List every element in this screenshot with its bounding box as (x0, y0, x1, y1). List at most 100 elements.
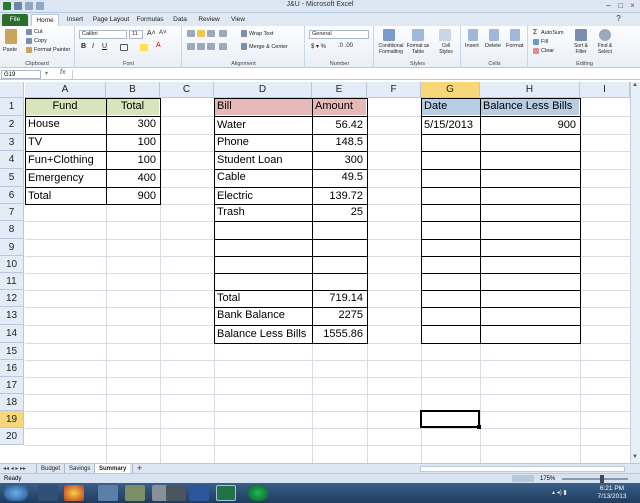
row-header-5[interactable]: 5 (0, 169, 24, 187)
column-header-a[interactable]: A (25, 82, 106, 98)
tab-data[interactable]: Data (168, 14, 192, 26)
column-header-f[interactable]: F (367, 82, 421, 98)
zoom-slider-thumb[interactable] (600, 475, 604, 483)
row-header-10[interactable]: 10 (0, 256, 24, 273)
autosum-button[interactable]: AutoSum (541, 30, 564, 36)
column-header-d[interactable]: D (214, 82, 312, 98)
bank-balance-label[interactable]: Bank Balance (214, 307, 311, 324)
bill-cell[interactable]: Electric (214, 187, 311, 205)
conditional-formatting-icon[interactable] (383, 29, 395, 41)
horizontal-scrollbar[interactable] (420, 466, 625, 472)
fund-cell[interactable]: Fun+Clothing (25, 151, 105, 169)
cell-styles-icon[interactable] (439, 29, 451, 41)
clock-date[interactable]: 7/13/2013 (592, 493, 632, 500)
app-icon[interactable] (125, 485, 145, 501)
format-as-table-icon[interactable] (412, 29, 424, 41)
scroll-down-icon[interactable]: ▼ (632, 454, 638, 460)
chrome-icon[interactable] (64, 485, 84, 501)
delete-cells-icon[interactable] (489, 29, 499, 41)
amount-cell[interactable]: 49.5 (312, 169, 366, 186)
amount-cell[interactable]: 25 (312, 204, 366, 221)
fill-handle[interactable] (477, 425, 481, 429)
column-header-b[interactable]: B (106, 82, 160, 98)
amount-cell[interactable]: 148.5 (312, 134, 366, 151)
font-size-select[interactable]: 11 (129, 30, 143, 39)
format-cells-button[interactable]: Format (506, 43, 523, 49)
fund-header[interactable]: Fund (25, 98, 105, 115)
formula-input[interactable] (72, 70, 638, 79)
row-header-19[interactable]: 19 (0, 411, 24, 428)
row-header-7[interactable]: 7 (0, 204, 24, 221)
maximize-icon[interactable]: □ (615, 1, 626, 11)
align-left-icon[interactable] (187, 43, 195, 50)
row-header-3[interactable]: 3 (0, 134, 24, 151)
paste-button[interactable]: Paste (3, 47, 17, 53)
row-header-18[interactable]: 18 (0, 394, 24, 411)
column-header-i[interactable]: I (580, 82, 630, 98)
font-name-select[interactable]: Calibri (79, 30, 127, 39)
tab-home[interactable]: Home (31, 14, 59, 26)
grow-font-icon[interactable]: A˄ (147, 30, 156, 37)
format-cells-icon[interactable] (510, 29, 520, 41)
borders-icon[interactable] (120, 44, 128, 51)
format-painter-icon[interactable] (26, 47, 32, 53)
conditional-formatting-button[interactable]: Conditional Formatting (377, 43, 405, 55)
tray-icons[interactable]: ▴ ◂) ▮ (552, 489, 567, 496)
row-header-16[interactable]: 16 (0, 360, 24, 377)
fund-cell[interactable]: TV (25, 133, 105, 151)
delete-cells-button[interactable]: Delete (485, 43, 501, 49)
autosum-icon[interactable]: Σ (533, 29, 537, 36)
clear-button[interactable]: Clear (541, 48, 554, 54)
name-box-dropdown-icon[interactable]: ▾ (45, 70, 48, 77)
shrink-font-icon[interactable]: A˅ (159, 30, 167, 36)
tab-review[interactable]: Review (194, 14, 224, 26)
row-header-9[interactable]: 9 (0, 239, 24, 256)
spotify-icon[interactable] (248, 485, 268, 501)
indent-icon[interactable] (219, 43, 227, 50)
tab-formulas[interactable]: Formulas (134, 14, 166, 26)
word-icon[interactable] (189, 485, 209, 501)
merge-center-button[interactable]: Merge & Center (249, 44, 288, 50)
fund-total-cell[interactable]: 400 (106, 169, 159, 187)
orientation-icon[interactable] (219, 30, 227, 37)
close-icon[interactable]: × (627, 1, 638, 11)
paste-icon[interactable] (5, 29, 17, 44)
tab-file[interactable]: File (2, 14, 28, 26)
row-header-20[interactable]: 20 (0, 428, 24, 445)
bill-cell[interactable]: Cable (214, 169, 311, 186)
bill-header[interactable]: Bill (214, 98, 311, 115)
clear-icon[interactable] (533, 48, 539, 54)
row-header-2[interactable]: 2 (0, 116, 24, 134)
name-box[interactable]: G19 (1, 70, 41, 79)
fund-cell[interactable]: Emergency (25, 169, 105, 187)
row-header-17[interactable]: 17 (0, 377, 24, 394)
number-format-select[interactable]: General (309, 30, 369, 39)
wrap-text-button[interactable]: Wrap Text (249, 31, 274, 37)
bill-cell[interactable]: Student Loan (214, 151, 311, 169)
bills-total-label[interactable]: Total (214, 290, 311, 307)
vertical-scrollbar[interactable] (630, 82, 640, 463)
balance-cell[interactable]: 900 (480, 116, 579, 134)
copy-button[interactable]: Copy (34, 38, 47, 44)
column-header-e[interactable]: E (312, 82, 367, 98)
active-cell-selection[interactable] (420, 410, 480, 428)
column-header-h[interactable]: H (480, 82, 580, 98)
italic-icon[interactable]: I (92, 43, 94, 50)
copy-icon[interactable] (26, 38, 32, 44)
format-painter-button[interactable]: Format Painter (34, 47, 70, 53)
amount-cell[interactable]: 300 (312, 151, 366, 169)
align-middle-icon[interactable] (197, 30, 205, 37)
fund-cell[interactable]: Total (25, 187, 105, 205)
align-top-icon[interactable] (187, 30, 195, 37)
fund-cell[interactable]: House (25, 115, 105, 133)
row-header-1[interactable]: 1 (0, 98, 24, 116)
font-color-icon[interactable]: A (156, 42, 161, 49)
balance-less-bills-label[interactable]: Balance Less Bills (214, 325, 311, 343)
amount-cell[interactable]: 139.72 (312, 187, 366, 205)
fill-color-icon[interactable] (140, 44, 148, 51)
merge-icon[interactable] (241, 43, 247, 50)
column-header-c[interactable]: C (160, 82, 214, 98)
bill-cell[interactable]: Water (214, 116, 311, 134)
bills-total-value[interactable]: 719.14 (312, 290, 366, 307)
bill-cell[interactable]: Trash (214, 204, 311, 221)
